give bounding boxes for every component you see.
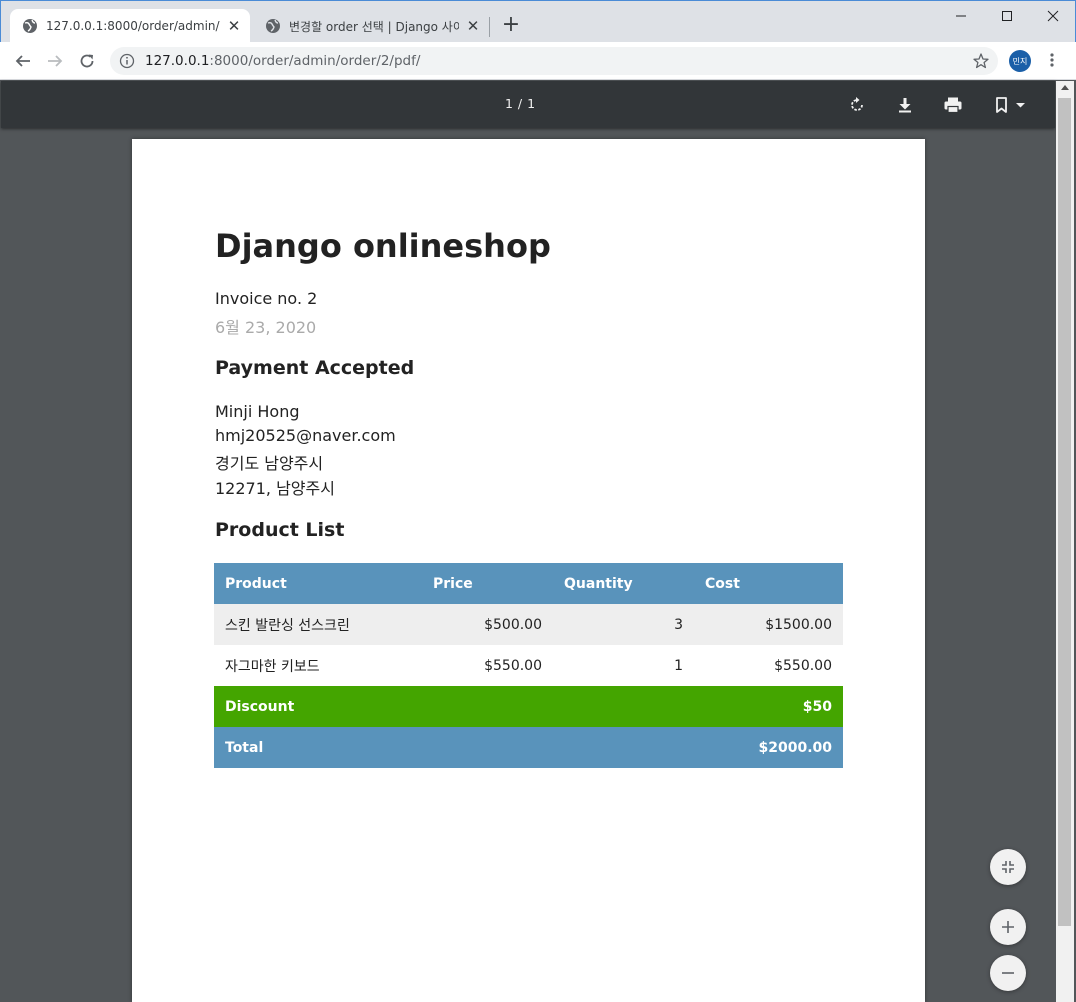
print-icon[interactable] bbox=[941, 93, 965, 117]
reload-icon[interactable] bbox=[73, 47, 101, 75]
new-tab-button[interactable]: + bbox=[499, 14, 523, 38]
column-header: Cost bbox=[694, 563, 843, 604]
invoice-date: 6월 23, 2020 bbox=[215, 318, 317, 337]
scroll-up-arrow-icon[interactable] bbox=[1061, 85, 1069, 90]
discount-label: Discount bbox=[214, 686, 694, 727]
tab-strip: 127.0.0.1:8000/order/admin/order/2/pdf/ … bbox=[0, 0, 1076, 43]
tab-close-icon[interactable]: ✕ bbox=[465, 18, 481, 34]
address-bar[interactable]: 127.0.0.1:8000/order/admin/order/2/pdf/ bbox=[110, 47, 998, 75]
shop-title: Django onlineshop bbox=[215, 227, 551, 265]
discount-value: $50 bbox=[694, 686, 843, 727]
bookmark-icon[interactable] bbox=[991, 93, 1031, 117]
avatar[interactable]: 민지 bbox=[1009, 50, 1031, 72]
price-cell: $550.00 bbox=[422, 645, 553, 686]
table-header: Product Price Quantity Cost bbox=[214, 563, 843, 604]
star-icon[interactable] bbox=[972, 52, 990, 70]
total-row: Total $2000.00 bbox=[214, 727, 843, 768]
table-row: 자그마한 키보드 $550.00 1 $550.00 bbox=[214, 645, 843, 686]
invoice-table: Product Price Quantity Cost 스킨 발란싱 선스크린 … bbox=[214, 563, 843, 768]
product-list-title: Product List bbox=[215, 519, 345, 541]
invoice-number: Invoice no. 2 bbox=[215, 289, 318, 308]
tab-separator bbox=[489, 17, 490, 37]
maximize-icon[interactable] bbox=[984, 3, 1030, 29]
customer-postal-city: 12271, 남양주시 bbox=[215, 479, 335, 498]
discount-row: Discount $50 bbox=[214, 686, 843, 727]
info-icon[interactable] bbox=[119, 53, 135, 69]
cost-cell: $550.00 bbox=[694, 645, 843, 686]
browser-toolbar: 127.0.0.1:8000/order/admin/order/2/pdf/ … bbox=[0, 42, 1076, 80]
price-cell: $500.00 bbox=[422, 604, 553, 645]
customer-email: hmj20525@naver.com bbox=[215, 426, 396, 445]
kebab-menu-icon[interactable] bbox=[1043, 51, 1061, 71]
quantity-cell: 1 bbox=[553, 645, 694, 686]
pdf-page: Django onlineshop Invoice no. 2 6월 23, 2… bbox=[132, 139, 925, 1002]
tab-title: 변경할 order 선택 | Django 사이트 관리 bbox=[289, 19, 459, 34]
total-value: $2000.00 bbox=[694, 727, 843, 768]
column-header: Price bbox=[422, 563, 553, 604]
zoom-out-icon[interactable] bbox=[990, 955, 1026, 991]
tab-pdf[interactable]: 127.0.0.1:8000/order/admin/order/2/pdf/ … bbox=[10, 9, 250, 43]
download-icon[interactable] bbox=[893, 93, 917, 117]
product-cell: 자그마한 키보드 bbox=[214, 645, 422, 686]
fit-page-icon[interactable] bbox=[990, 849, 1026, 885]
tab-title: 127.0.0.1:8000/order/admin/order/2/pdf/ bbox=[46, 19, 220, 33]
pdf-toolbar: 1 / 1 bbox=[1, 81, 1055, 128]
column-header: Product bbox=[214, 563, 422, 604]
tab-admin[interactable]: 변경할 order 선택 | Django 사이트 관리 ✕ bbox=[253, 9, 489, 43]
scrollbar-thumb[interactable] bbox=[1058, 98, 1071, 926]
cost-cell: $1500.00 bbox=[694, 604, 843, 645]
globe-icon bbox=[22, 18, 38, 34]
customer-name: Minji Hong bbox=[215, 402, 300, 421]
minimize-icon[interactable] bbox=[938, 3, 984, 29]
zoom-in-icon[interactable] bbox=[990, 909, 1026, 945]
close-icon[interactable] bbox=[1030, 3, 1076, 29]
tab-close-icon[interactable]: ✕ bbox=[226, 18, 242, 34]
product-cell: 스킨 발란싱 선스크린 bbox=[214, 604, 422, 645]
page-indicator: 1 / 1 bbox=[505, 96, 536, 111]
payment-status: Payment Accepted bbox=[215, 357, 415, 379]
quantity-cell: 3 bbox=[553, 604, 694, 645]
globe-icon bbox=[265, 18, 281, 34]
customer-address: 경기도 남양주시 bbox=[215, 454, 324, 473]
scrollbar[interactable] bbox=[1056, 81, 1074, 1002]
table-row: 스킨 발란싱 선스크린 $500.00 3 $1500.00 bbox=[214, 604, 843, 645]
url-text: 127.0.0.1:8000/order/admin/order/2/pdf/ bbox=[145, 53, 421, 69]
column-header: Quantity bbox=[553, 563, 694, 604]
total-label: Total bbox=[214, 727, 694, 768]
rotate-icon[interactable] bbox=[845, 93, 869, 117]
back-arrow-icon[interactable] bbox=[9, 47, 37, 75]
forward-arrow-icon[interactable] bbox=[41, 47, 69, 75]
